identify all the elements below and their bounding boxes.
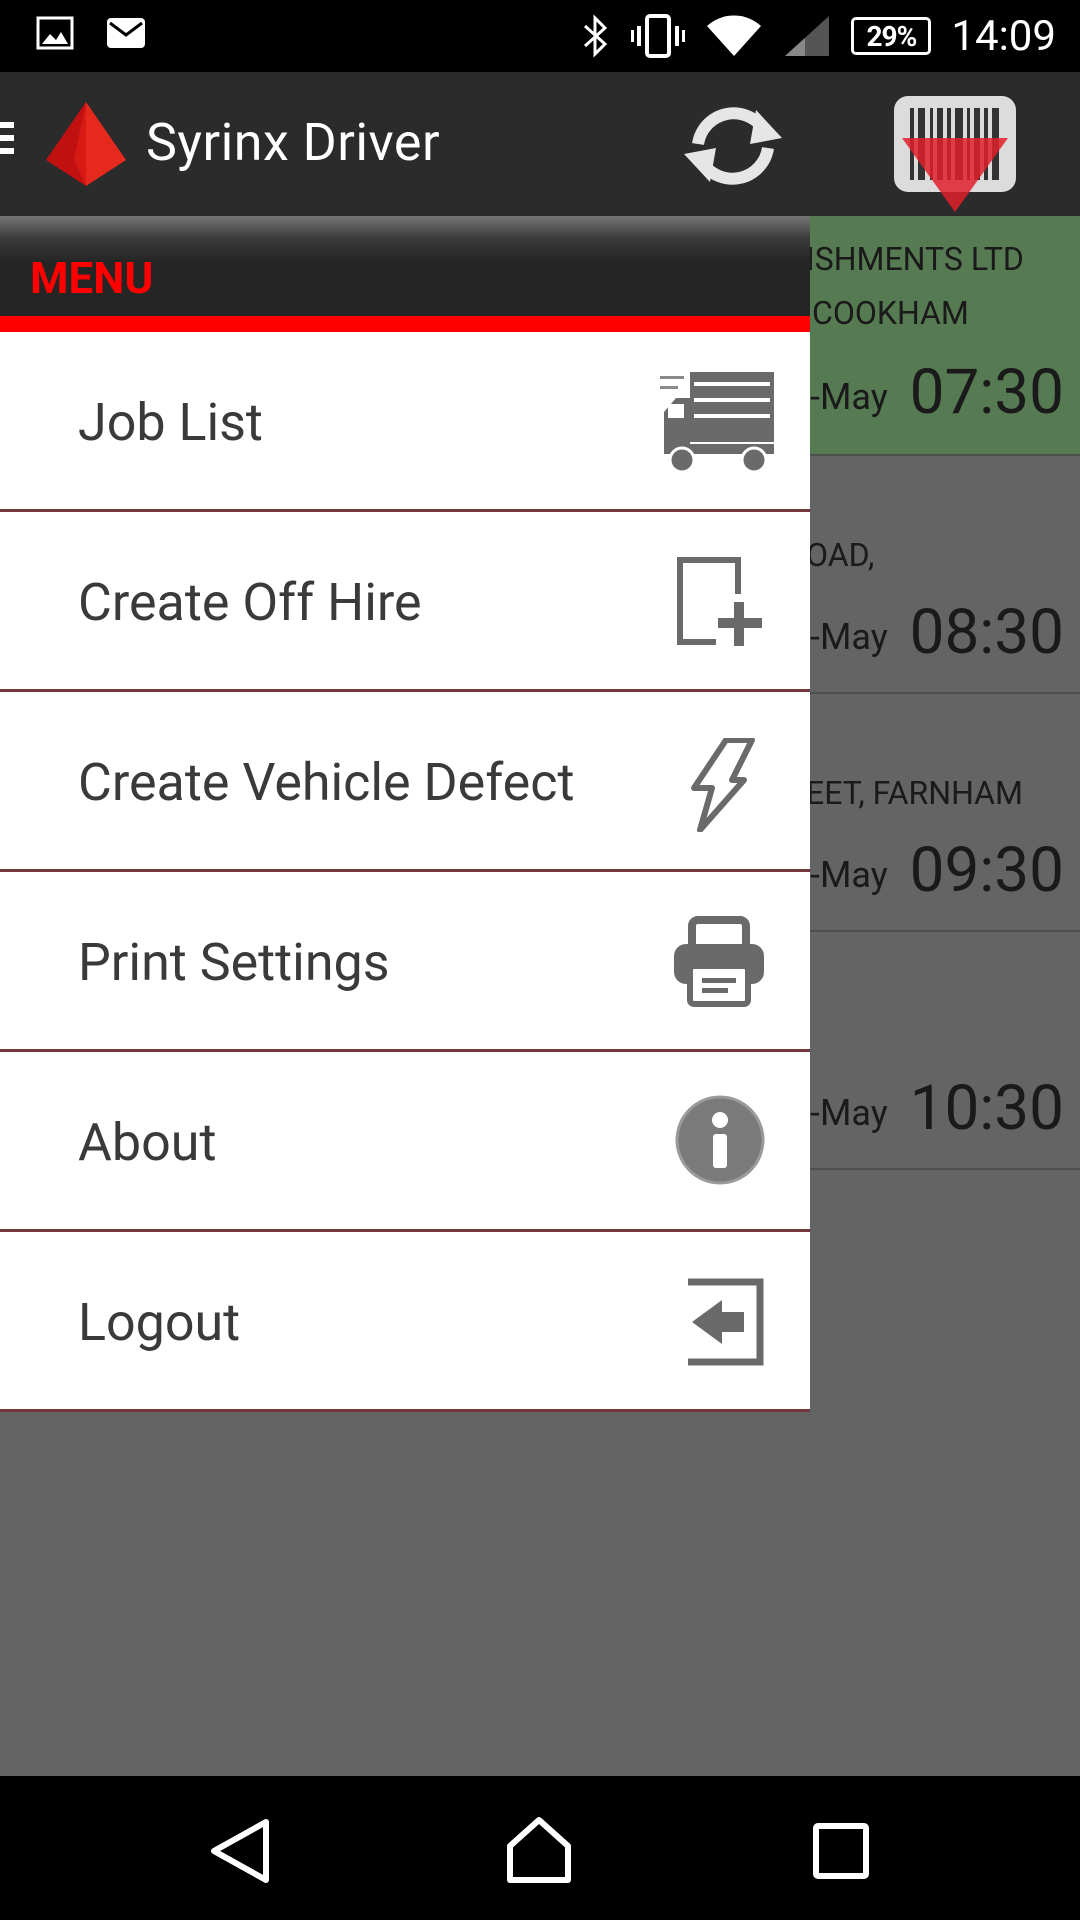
job-time: 07:30 (909, 356, 1064, 429)
menu-item-create-vehicle-defect[interactable]: Create Vehicle Defect (0, 692, 810, 872)
menu-item-logout[interactable]: Logout (0, 1232, 810, 1412)
menu-item-label: Job List (78, 392, 263, 453)
action-bar: Syrinx Driver (0, 72, 1080, 216)
job-customer: ISHMENTS LTD (806, 240, 1024, 278)
battery-indicator: 29% (851, 17, 932, 55)
job-time: 08:30 (909, 596, 1064, 669)
navigation-drawer: MENU Job List Create Off Hire Create Veh… (0, 216, 810, 1412)
menu-item-job-list[interactable]: Job List (0, 332, 810, 512)
job-time: 10:30 (909, 1072, 1064, 1145)
job-address: EET, FARNHAM (806, 774, 1023, 812)
menu-item-create-off-hire[interactable]: Create Off Hire (0, 512, 810, 692)
back-icon[interactable] (206, 1816, 276, 1886)
vibrate-icon (631, 14, 686, 58)
pyramid-logo-icon (46, 102, 126, 186)
recents-icon[interactable] (806, 1816, 876, 1886)
menu-item-print-settings[interactable]: Print Settings (0, 872, 810, 1052)
info-icon (675, 1095, 765, 1185)
job-time: 09:30 (909, 834, 1064, 907)
status-bar: 29% 14:09 (0, 0, 1080, 72)
menu-item-label: Print Settings (78, 932, 390, 993)
add-document-icon (677, 557, 762, 646)
job-location: COOKHAM (812, 294, 969, 332)
email-icon (107, 18, 145, 48)
clock: 14:09 (951, 11, 1056, 61)
truck-icon (660, 372, 774, 474)
menu-heading: MENU (30, 252, 154, 304)
job-date: -May (810, 854, 888, 896)
sync-icon[interactable] (678, 100, 788, 192)
menu-item-label: Create Off Hire (78, 572, 422, 633)
logout-icon (688, 1278, 764, 1366)
job-date: -May (810, 376, 888, 418)
printer-icon (674, 916, 764, 1007)
lightning-icon (691, 738, 755, 832)
job-address: OAD, (806, 536, 875, 574)
barcode-scanner-icon[interactable] (892, 92, 1018, 214)
job-date: -May (810, 616, 888, 658)
menu-item-label: Logout (78, 1292, 241, 1353)
hamburger-icon[interactable] (0, 122, 14, 161)
home-icon[interactable] (504, 1816, 574, 1886)
bluetooth-icon (584, 14, 608, 58)
image-icon (36, 16, 74, 50)
wifi-icon (707, 15, 762, 56)
system-nav-bar (0, 1776, 1080, 1920)
menu-item-label: About (78, 1112, 217, 1173)
app-title: Syrinx Driver (146, 112, 441, 173)
drawer-header: MENU (0, 216, 810, 332)
job-date: -May (810, 1092, 888, 1134)
cellular-signal-icon (785, 16, 830, 56)
menu-item-label: Create Vehicle Defect (78, 752, 575, 813)
menu-item-about[interactable]: About (0, 1052, 810, 1232)
header-divider (0, 316, 810, 332)
